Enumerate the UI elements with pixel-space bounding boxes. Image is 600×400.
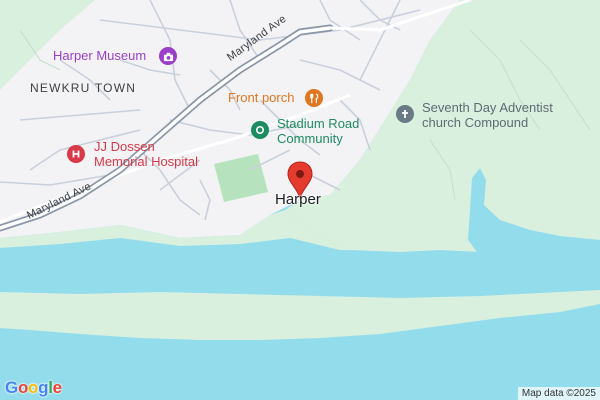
google-logo-letter: g [38,378,49,397]
poi-label-seventh-day-adventist[interactable]: Seventh Day Adventist church Compound [422,100,553,131]
map-data-attribution[interactable]: Map data ©2025 [517,387,600,400]
park-icon[interactable] [251,121,269,139]
church-icon[interactable] [396,105,414,123]
district-label-newkru-town: NEWKRU TOWN [30,81,137,95]
google-logo-letter: o [17,378,29,397]
google-logo[interactable]: Google [5,378,62,398]
google-logo-letter: G [5,378,18,397]
google-logo-text: Google [5,378,62,397]
poi-label-seventh-day-line1: Seventh Day Adventist [422,100,553,115]
town-label-harper: Harper [275,191,321,208]
sand-bar [0,290,600,340]
poi-label-seventh-day-line2: church Compound [422,114,529,130]
restaurant-icon[interactable] [305,89,323,107]
poi-label-jj-dossen-line1: JJ Dossen [94,139,155,154]
poi-label-stadium-road-community[interactable]: Stadium Road Community [277,116,360,147]
poi-label-stadium-road-line2: Community [277,130,343,146]
hospital-icon[interactable] [67,145,85,163]
museum-icon[interactable] [159,47,177,65]
google-logo-letter: o [28,378,39,397]
poi-label-jj-dossen-line2: Memorial Hospital [94,153,199,169]
poi-label-harper-museum[interactable]: Harper Museum [53,48,146,64]
poi-label-stadium-road-line1: Stadium Road [277,116,360,131]
poi-label-front-porch[interactable]: Front porch [228,90,294,106]
poi-label-jj-dossen-hospital[interactable]: JJ Dossen Memorial Hospital [94,139,199,170]
map-canvas[interactable]: Maryland Ave Maryland Ave NEWKRU TOWN Ha… [0,0,600,400]
google-logo-letter: e [52,378,62,397]
